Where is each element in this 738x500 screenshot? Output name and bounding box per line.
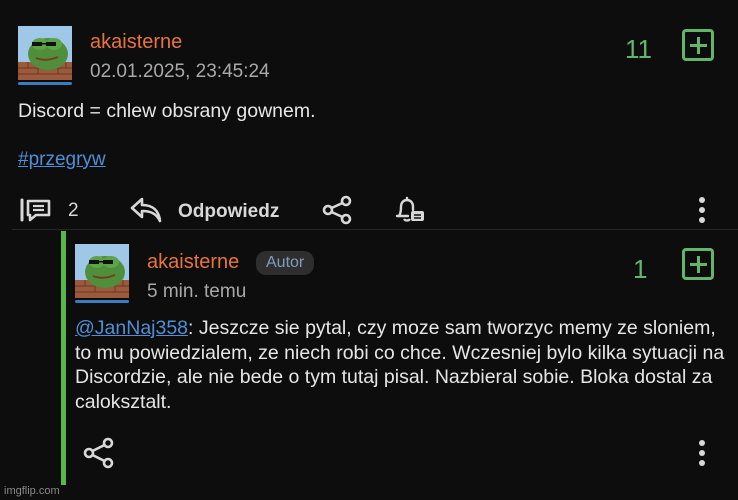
post-content: Discord = chlew obsrany gownem. [18, 100, 316, 122]
post-tag[interactable]: #przegryw [18, 149, 106, 171]
post-author[interactable]: akaisterne [90, 31, 182, 54]
post-timestamp: 02.01.2025, 23:45:24 [90, 61, 270, 82]
frog-avatar-icon [18, 26, 72, 80]
reply-button[interactable]: Odpowiedz [178, 201, 279, 223]
plus-square-icon[interactable] [682, 29, 714, 61]
post-vote-count: 11 [625, 34, 652, 64]
bell-icon[interactable] [394, 196, 426, 224]
share-icon[interactable] [82, 437, 116, 469]
plus-square-icon[interactable] [682, 248, 714, 280]
reply-arrow-icon[interactable] [130, 196, 162, 224]
reply-author[interactable]: akaisterne [147, 251, 239, 274]
user-mention[interactable]: @JanNaj358 [75, 317, 188, 339]
avatar-underline [18, 82, 72, 85]
avatar[interactable] [75, 244, 129, 298]
divider [12, 229, 738, 230]
reply-content: @JanNaj358: Jeszcze sie pytal, czy moze … [75, 316, 725, 414]
more-vertical-icon[interactable] [695, 196, 709, 226]
avatar[interactable] [18, 26, 72, 80]
watermark: imgflip.com [4, 485, 60, 497]
reply-vote-count: 1 [633, 254, 648, 284]
author-badge: Autor [256, 251, 315, 275]
more-vertical-icon[interactable] [695, 439, 709, 469]
reply-time-ago: 5 min. temu [147, 281, 247, 302]
comments-icon[interactable] [19, 197, 53, 223]
comment-count[interactable]: 2 [68, 200, 79, 222]
avatar-underline [75, 300, 129, 303]
share-icon[interactable] [321, 195, 353, 225]
reply-thread-bar [61, 231, 66, 485]
frog-avatar-icon [75, 244, 129, 298]
